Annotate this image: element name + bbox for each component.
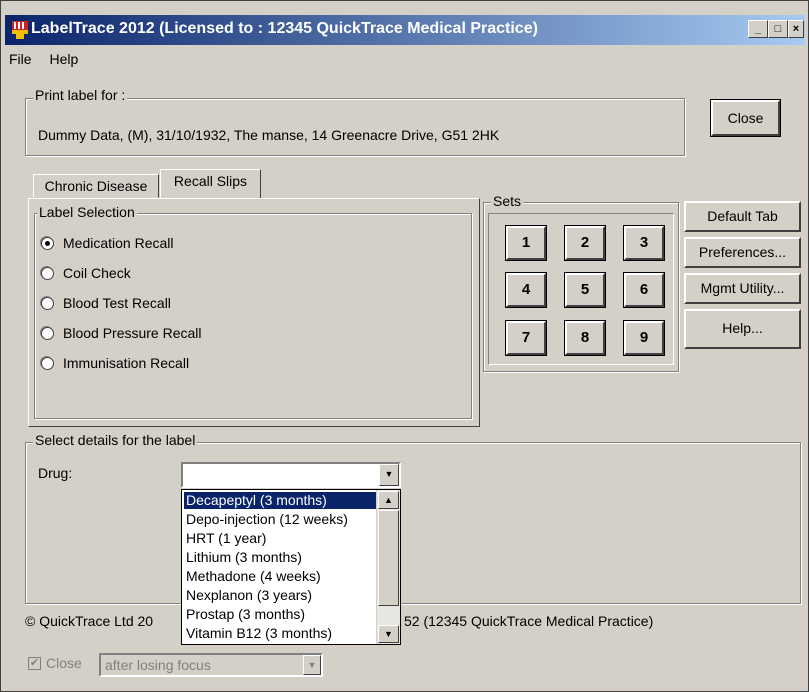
patient-details: Dummy Data, (M), 31/10/1932, The manse, … bbox=[38, 127, 500, 143]
scroll-down-icon[interactable]: ▼ bbox=[378, 625, 399, 643]
drug-label: Drug: bbox=[38, 465, 73, 481]
dropdown-scrollbar[interactable]: ▲ ▼ bbox=[376, 490, 400, 644]
radio-medication-recall[interactable]: Medication Recall bbox=[41, 235, 174, 255]
radio-blood-test-recall[interactable]: Blood Test Recall bbox=[41, 295, 171, 315]
preferences-button[interactable]: Preferences... bbox=[684, 237, 801, 268]
radio-indicator bbox=[41, 356, 54, 370]
copyright-text-right: 52 (12345 QuickTrace Medical Practice) bbox=[404, 613, 654, 629]
radio-indicator bbox=[41, 266, 54, 280]
maximize-button[interactable]: □ bbox=[768, 20, 788, 38]
set-button-3[interactable]: 3 bbox=[623, 225, 665, 261]
menu-help[interactable]: Help bbox=[49, 51, 78, 67]
dropdown-option[interactable]: Decapeptyl (3 months) bbox=[184, 492, 376, 509]
set-button-9[interactable]: 9 bbox=[623, 320, 665, 356]
label-selection-legend: Label Selection bbox=[37, 204, 137, 220]
radio-coil-check[interactable]: Coil Check bbox=[41, 265, 131, 285]
tab-chronic-disease[interactable]: Chronic Disease bbox=[33, 174, 159, 198]
menu-bar: File Help bbox=[9, 51, 92, 71]
select-details-legend: Select details for the label bbox=[33, 432, 198, 448]
sets-legend: Sets bbox=[491, 193, 524, 209]
set-button-7[interactable]: 7 bbox=[505, 320, 547, 356]
close-window-button[interactable]: × bbox=[788, 20, 804, 38]
close-checkbox[interactable]: ✔ bbox=[28, 657, 41, 670]
scroll-thumb[interactable] bbox=[378, 510, 399, 606]
chevron-down-icon[interactable]: ▼ bbox=[379, 464, 399, 486]
close-mode-select[interactable]: after losing focus ▼ bbox=[99, 653, 323, 677]
tab-recall-slips[interactable]: Recall Slips bbox=[160, 169, 261, 199]
copyright-text-left: © QuickTrace Ltd 20 bbox=[25, 613, 154, 629]
set-button-6[interactable]: 6 bbox=[623, 272, 665, 308]
set-button-8[interactable]: 8 bbox=[564, 320, 606, 356]
app-icon bbox=[12, 21, 28, 39]
radio-indicator bbox=[41, 236, 54, 250]
radio-blood-pressure-recall[interactable]: Blood Pressure Recall bbox=[41, 325, 202, 345]
set-button-4[interactable]: 4 bbox=[505, 272, 547, 308]
drug-select[interactable]: ▼ bbox=[181, 462, 401, 488]
dropdown-option[interactable]: Nexplanon (3 years) bbox=[184, 587, 376, 604]
radio-label: Immunisation Recall bbox=[63, 355, 190, 371]
radio-label: Blood Pressure Recall bbox=[63, 325, 202, 341]
drug-dropdown-list[interactable]: Decapeptyl (3 months) Depo-injection (12… bbox=[181, 489, 401, 645]
set-button-1[interactable]: 1 bbox=[505, 225, 547, 261]
close-button[interactable]: Close bbox=[711, 100, 780, 136]
window-title: LabelTrace 2012 (Licensed to : 12345 Qui… bbox=[31, 20, 538, 37]
select-details-group bbox=[25, 442, 801, 604]
radio-indicator bbox=[41, 296, 54, 310]
mgmt-utility-button[interactable]: Mgmt Utility... bbox=[684, 273, 801, 304]
close-mode-value: after losing focus bbox=[105, 657, 211, 673]
print-label-legend: Print label for : bbox=[33, 87, 128, 103]
title-bar[interactable]: LabelTrace 2012 (Licensed to : 12345 Qui… bbox=[5, 15, 805, 45]
radio-indicator bbox=[41, 326, 54, 340]
set-button-2[interactable]: 2 bbox=[564, 225, 606, 261]
radio-label: Blood Test Recall bbox=[63, 295, 171, 311]
menu-file[interactable]: File bbox=[9, 51, 32, 67]
chevron-down-icon[interactable]: ▼ bbox=[303, 655, 321, 675]
minimize-button[interactable]: _ bbox=[748, 20, 768, 38]
dropdown-option[interactable]: Lithium (3 months) bbox=[184, 549, 376, 566]
set-button-5[interactable]: 5 bbox=[564, 272, 606, 308]
dropdown-option[interactable]: HRT (1 year) bbox=[184, 530, 376, 547]
dropdown-option[interactable]: Vitamin B12 (3 months) bbox=[184, 625, 376, 642]
dropdown-option[interactable]: Prostap (3 months) bbox=[184, 606, 376, 623]
scroll-up-icon[interactable]: ▲ bbox=[378, 491, 399, 509]
help-button[interactable]: Help... bbox=[684, 309, 801, 349]
dropdown-option[interactable]: Methadone (4 weeks) bbox=[184, 568, 376, 585]
radio-immunisation-recall[interactable]: Immunisation Recall bbox=[41, 355, 189, 375]
default-tab-button[interactable]: Default Tab bbox=[684, 201, 801, 232]
radio-label: Medication Recall bbox=[63, 235, 174, 251]
close-checkbox-label: Close bbox=[46, 655, 82, 671]
dropdown-option[interactable]: Depo-injection (12 weeks) bbox=[184, 511, 376, 528]
radio-label: Coil Check bbox=[63, 265, 131, 281]
app-window: LabelTrace 2012 (Licensed to : 12345 Qui… bbox=[0, 0, 809, 692]
